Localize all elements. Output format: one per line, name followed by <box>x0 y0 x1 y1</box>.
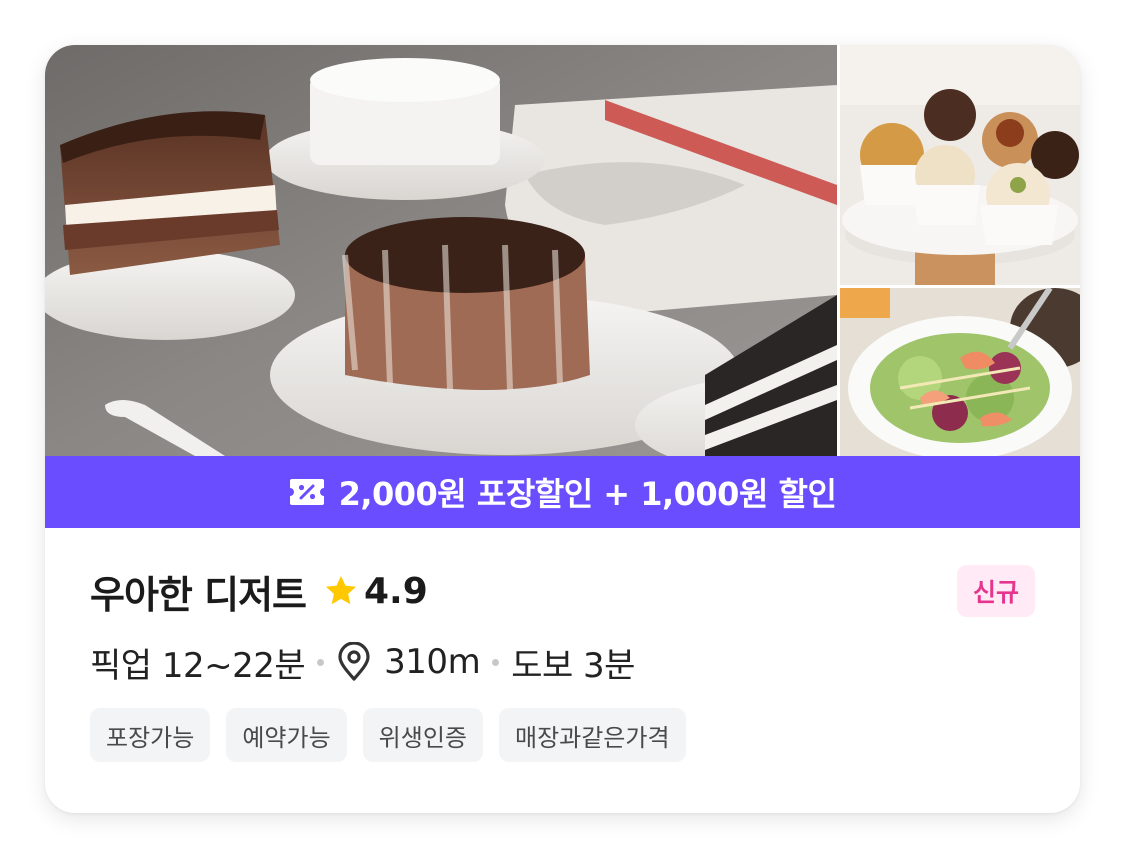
promo-banner[interactable]: 2,000원 포장할인 + 1,000원 할인 <box>45 456 1080 528</box>
photo-gallery[interactable] <box>45 45 1080 456</box>
pickup-time: 픽업 12~22분 <box>90 645 306 686</box>
distance: 310m <box>384 642 481 682</box>
promo-text: 2,000원 포장할인 + 1,000원 할인 <box>338 475 837 513</box>
new-badge: 신규 <box>956 565 1035 617</box>
muffin-photo[interactable] <box>840 45 1080 285</box>
rating-value: 4.9 <box>364 570 428 612</box>
walk-time: 도보 3분 <box>511 645 635 686</box>
separator-dot <box>317 658 325 666</box>
rating: 4.9 <box>322 571 428 612</box>
location-pin-icon <box>336 642 372 682</box>
tag-list: 포장가능 예약가능 위생인증 매장과같은가격 <box>90 708 1035 762</box>
coupon-icon <box>289 477 325 507</box>
store-info: 우아한 디저트 4.9 신규 픽업 12~22분 310m 도보 3분 포장가능… <box>90 560 1035 762</box>
store-name[interactable]: 우아한 디저트 <box>90 564 307 619</box>
separator-dot <box>492 658 500 666</box>
tag: 예약가능 <box>226 708 347 762</box>
tag: 위생인증 <box>362 708 483 762</box>
tag: 포장가능 <box>90 708 211 762</box>
store-card[interactable]: 2,000원 포장할인 + 1,000원 할인 우아한 디저트 4.9 신규 픽… <box>45 45 1080 813</box>
tag: 매장과같은가격 <box>498 708 686 762</box>
star-icon <box>322 572 360 610</box>
salad-photo[interactable] <box>840 288 1080 456</box>
title-row: 우아한 디저트 4.9 신규 <box>90 560 1035 622</box>
meta-row: 픽업 12~22분 310m 도보 3분 <box>90 632 1035 692</box>
cake-photo[interactable] <box>45 45 837 456</box>
